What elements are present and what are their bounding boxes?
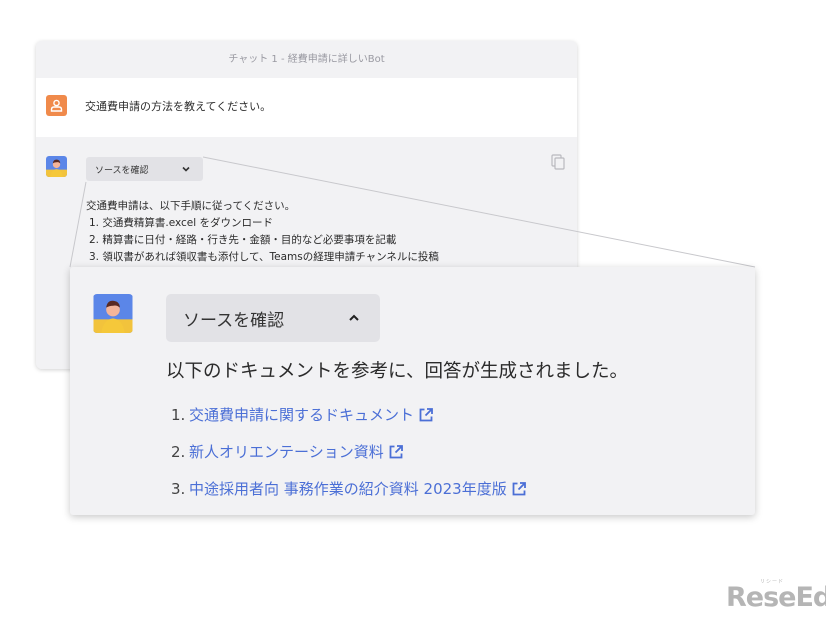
- source-document-item: 3. 中途採用者向 事務作業の紹介資料 2023年度版: [171, 470, 527, 507]
- document-link[interactable]: 中途採用者向 事務作業の紹介資料 2023年度版: [189, 478, 507, 499]
- copy-icon[interactable]: [551, 154, 565, 170]
- answer-step: 2. 精算書に日付・経路・行き先・金額・目的など必要事項を記載: [89, 234, 397, 246]
- external-link-icon[interactable]: [511, 481, 527, 497]
- source-document-list: 1. 交通費申請に関するドキュメント 2. 新人オリエンテーション資料 3. 中…: [171, 396, 527, 507]
- chevron-down-icon: [182, 166, 190, 172]
- watermark-logo: ReseEd: [726, 582, 826, 613]
- source-button-large[interactable]: ソースを確認: [166, 294, 380, 342]
- source-button-label: ソースを確認: [183, 310, 285, 331]
- answer-step: 1. 交通費精算書.excel をダウンロード: [89, 217, 273, 229]
- document-number: 1.: [171, 405, 186, 424]
- user-icon: [50, 99, 63, 112]
- zoom-panel: ソースを確認 以下のドキュメントを参考に、回答が生成されました。 1. 交通費申…: [70, 267, 755, 515]
- document-link[interactable]: 新人オリエンテーション資料: [189, 441, 384, 462]
- user-avatar: [46, 95, 67, 116]
- chevron-up-icon: [349, 314, 359, 321]
- user-message-row: 交通費申請の方法を教えてください。: [36, 78, 577, 137]
- document-number: 3.: [171, 479, 186, 498]
- answer-step: 3. 領収書があれば領収書も添付して、Teamsの経理申請チャンネルに投稿: [89, 251, 439, 263]
- sources-lead-text: 以下のドキュメントを参考に、回答が生成されました。: [166, 361, 628, 382]
- answer-intro: 交通費申請は、以下手順に従ってください。: [86, 200, 296, 212]
- answer-steps: 1. 交通費精算書.excel をダウンロード 2. 精算書に日付・経路・行き先…: [89, 215, 439, 266]
- source-button-small[interactable]: ソースを確認: [86, 157, 203, 181]
- bot-avatar: [46, 156, 67, 177]
- answer-text: 交通費申請は、以下手順に従ってください。 1. 交通費精算書.excel をダウ…: [86, 198, 439, 266]
- chat-title: チャット 1 - 経費申請に詳しいBot: [36, 41, 577, 78]
- external-link-icon[interactable]: [388, 444, 404, 460]
- document-link[interactable]: 交通費申請に関するドキュメント: [189, 404, 414, 425]
- bot-avatar-large: [93, 294, 133, 333]
- user-message-text: 交通費申請の方法を教えてください。: [85, 100, 272, 113]
- source-button-label: ソースを確認: [95, 165, 149, 176]
- source-document-item: 1. 交通費申請に関するドキュメント: [171, 396, 527, 433]
- document-number: 2.: [171, 442, 186, 461]
- external-link-icon[interactable]: [418, 407, 434, 423]
- source-document-item: 2. 新人オリエンテーション資料: [171, 433, 527, 470]
